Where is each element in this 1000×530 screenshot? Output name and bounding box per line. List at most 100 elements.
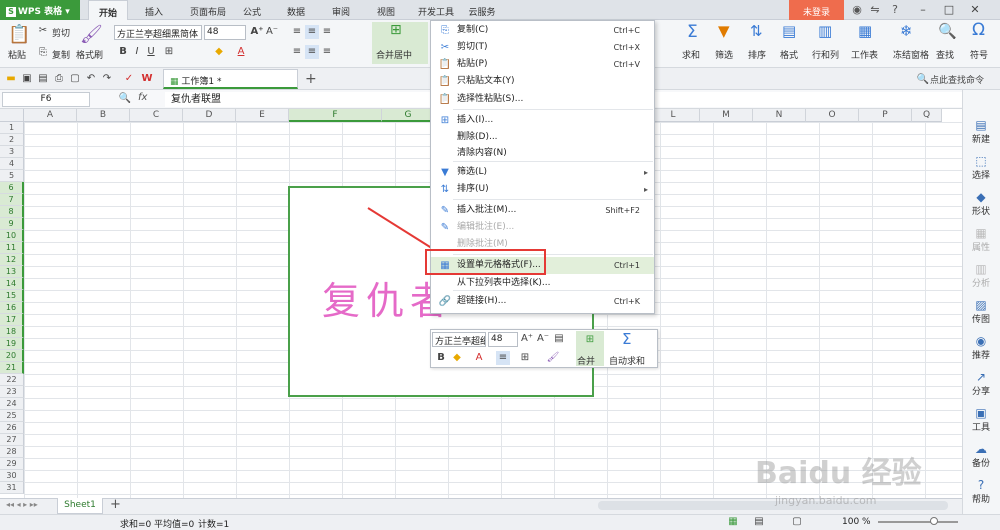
format-button[interactable]: 格式 [780, 48, 798, 61]
zoom-slider-thumb[interactable] [930, 517, 938, 525]
copy-icon[interactable]: ⎘ [36, 46, 50, 60]
undo-icon[interactable]: ↶ [84, 72, 98, 86]
side-item-help[interactable]: ? 帮助 [962, 478, 1000, 505]
menu-item-0[interactable]: ⎘ 复制(C) Ctrl+C [431, 22, 654, 39]
sort-button[interactable]: 排序 [748, 48, 766, 61]
find-button[interactable]: 查找 [936, 48, 954, 61]
bold-icon[interactable]: B [116, 45, 130, 59]
freeze-icon[interactable]: ❄ [900, 22, 913, 40]
merge-center-button[interactable]: 合并居中 [376, 48, 412, 61]
app-menu-button[interactable]: S WPS 表格 ▾ [0, 0, 80, 20]
menu-item-9[interactable]: ⇅ 排序(U) ▸ [431, 181, 654, 198]
tab-developer[interactable]: 开发工具 [412, 0, 460, 20]
menu-item-11[interactable]: ✎ 编辑批注(E)... [431, 219, 654, 236]
name-box[interactable]: F6 [2, 92, 90, 107]
row-header-6[interactable]: 6 [0, 182, 24, 194]
page-layout-view-icon[interactable]: ▤ [752, 515, 766, 529]
menu-item-5[interactable]: ⊞ 插入(I)... [431, 112, 654, 129]
align-center-icon[interactable]: ≡ [305, 45, 319, 59]
tab-home[interactable]: 开始 [88, 0, 128, 20]
row-header-7[interactable]: 7 [0, 194, 24, 206]
row-header-3[interactable]: 3 [0, 146, 24, 158]
tab-view[interactable]: 视图 [370, 0, 402, 20]
tab-cloud[interactable]: 云服务 [462, 0, 502, 20]
fill-color-icon[interactable]: ◆ [212, 45, 226, 59]
row-header-30[interactable]: 30 [0, 470, 24, 482]
format-icon[interactable]: ▤ [782, 22, 796, 40]
menu-item-10[interactable]: ✎ 插入批注(M)... Shift+F2 [431, 202, 654, 219]
row-header-14[interactable]: 14 [0, 278, 24, 290]
row-header-27[interactable]: 27 [0, 434, 24, 446]
column-header-a[interactable]: A [24, 109, 77, 122]
row-header-29[interactable]: 29 [0, 458, 24, 470]
worksheet-button[interactable]: 工作表 [851, 48, 878, 61]
mini-shrink-font-icon[interactable]: A⁻ [536, 332, 550, 346]
menu-item-7[interactable]: 清除内容(N) [431, 145, 654, 162]
align-top-icon[interactable]: ≡ [290, 25, 304, 39]
side-item-recommend[interactable]: ◉ 推荐 [962, 334, 1000, 361]
mini-format-icon[interactable]: ▤ [552, 332, 566, 346]
print-icon[interactable]: ⎙ [52, 72, 66, 86]
cut-button[interactable]: 剪切 [52, 26, 70, 39]
minimize-icon[interactable]: – [910, 0, 936, 20]
menu-item-4[interactable]: 📋 选择性粘贴(S)... [431, 91, 654, 108]
row-header-4[interactable]: 4 [0, 158, 24, 170]
add-sheet-icon[interactable]: + [110, 497, 121, 512]
mini-format-painter-icon[interactable]: 🖌 [546, 351, 560, 365]
format-painter-icon[interactable]: 🖌 [80, 24, 103, 45]
tab-page-layout[interactable]: 页面布局 [180, 0, 236, 20]
row-header-21[interactable]: 21 [0, 362, 24, 374]
symbol-icon[interactable]: Ω [972, 20, 985, 40]
find-icon[interactable]: 🔍 [938, 22, 957, 40]
side-item-shape[interactable]: ◆ 形状 [962, 190, 1000, 217]
row-header-16[interactable]: 16 [0, 302, 24, 314]
row-header-12[interactable]: 12 [0, 254, 24, 266]
mini-grow-font-icon[interactable]: A⁺ [520, 332, 534, 346]
zoom-formula-icon[interactable]: 🔍 [118, 92, 132, 106]
tab-insert[interactable]: 插入 [137, 0, 171, 20]
login-button[interactable]: 未登录 [789, 0, 844, 20]
tab-review[interactable]: 审阅 [325, 0, 357, 20]
row-header-17[interactable]: 17 [0, 314, 24, 326]
mini-bold-icon[interactable]: B [434, 351, 448, 365]
row-header-8[interactable]: 8 [0, 206, 24, 218]
column-header-n[interactable]: N [753, 109, 806, 122]
rows-cols-button[interactable]: 行和列 [812, 48, 839, 61]
column-header-f[interactable]: F [289, 109, 382, 122]
column-header-m[interactable]: M [700, 109, 753, 122]
row-header-31[interactable]: 31 [0, 482, 24, 494]
italic-icon[interactable]: I [130, 45, 144, 59]
column-header-e[interactable]: E [236, 109, 289, 122]
row-header-22[interactable]: 22 [0, 374, 24, 386]
mini-autosum-button[interactable]: 自动求和 [609, 354, 645, 367]
rows-cols-icon[interactable]: ▥ [818, 22, 832, 40]
filter-icon[interactable]: ▼ [718, 22, 730, 40]
side-item-analysis[interactable]: ▥ 分析 [962, 262, 1000, 289]
copy-button[interactable]: 复制 [52, 48, 70, 61]
mini-merge-button[interactable]: 合并 [577, 354, 595, 367]
row-header-26[interactable]: 26 [0, 422, 24, 434]
menu-item-15[interactable]: 🔗 超链接(H)... Ctrl+K [431, 293, 654, 310]
zoom-slider[interactable] [878, 521, 958, 523]
row-header-18[interactable]: 18 [0, 326, 24, 338]
print-preview-icon[interactable]: ▢ [68, 72, 82, 86]
paste-button[interactable]: 粘贴 [8, 48, 26, 61]
tab-data[interactable]: 数据 [280, 0, 312, 20]
row-header-9[interactable]: 9 [0, 218, 24, 230]
mini-border-icon[interactable]: ⊞ [518, 351, 532, 365]
row-header-23[interactable]: 23 [0, 386, 24, 398]
close-icon[interactable]: ✕ [962, 0, 988, 20]
align-middle-icon[interactable]: ≡ [305, 25, 319, 39]
wps-icon[interactable]: W [140, 72, 154, 86]
border-icon[interactable]: ⊞ [162, 45, 176, 59]
new-tab-icon[interactable]: + [305, 71, 317, 87]
open-icon[interactable]: ▬ [4, 72, 18, 86]
menu-item-8[interactable]: ▼ 筛选(L) ▸ [431, 164, 654, 181]
sort-icon[interactable]: ⇅ [750, 22, 763, 40]
column-header-d[interactable]: D [183, 109, 236, 122]
font-name-combo[interactable]: 方正兰亭超细黑简体 [114, 25, 202, 40]
search-command[interactable]: 点此查找命令 [930, 73, 984, 86]
underline-icon[interactable]: U [144, 45, 158, 59]
normal-view-icon[interactable]: ▦ [726, 515, 740, 529]
menu-item-3[interactable]: 📋 只粘贴文本(Y) [431, 73, 654, 90]
